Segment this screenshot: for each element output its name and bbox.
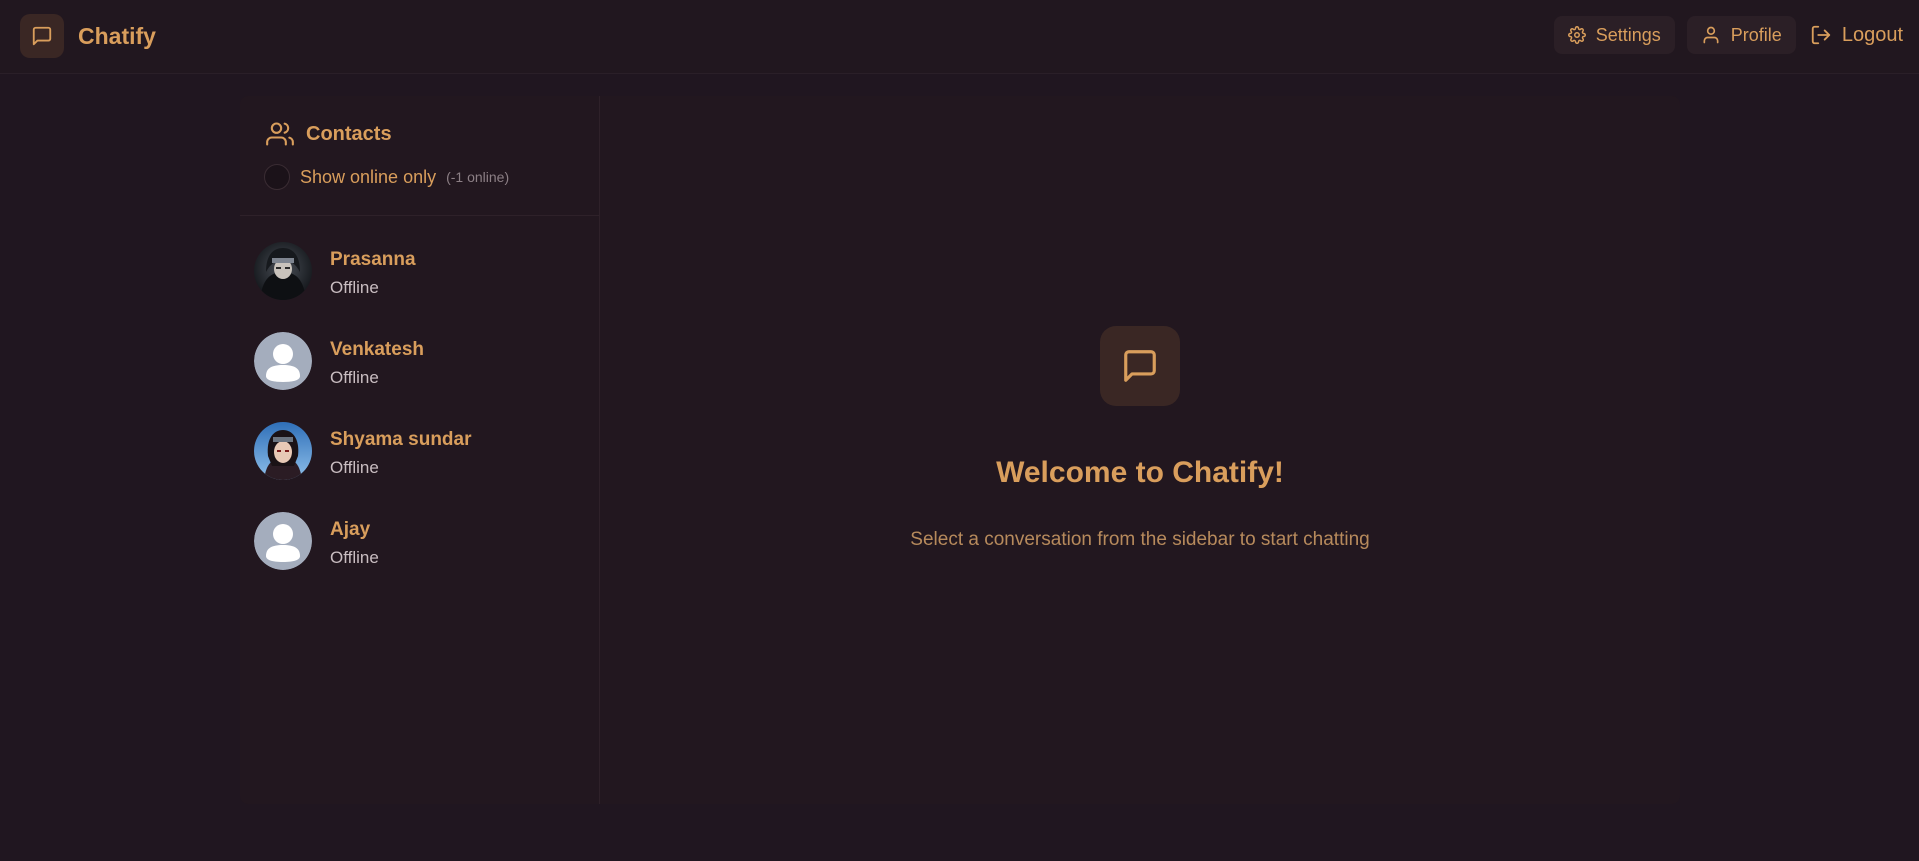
profile-button[interactable]: Profile: [1686, 16, 1796, 54]
chat-container: Contacts Show online only (-1 online) Pr…: [240, 96, 1680, 804]
contact-item-venkatesh[interactable]: Venkatesh Offline: [240, 326, 600, 416]
user-icon: [1703, 26, 1719, 44]
show-online-checkbox[interactable]: [264, 164, 290, 190]
message-square-icon: [1124, 350, 1156, 382]
welcome-icon-badge: [1100, 326, 1180, 406]
online-filter[interactable]: Show online only (-1 online): [264, 164, 509, 190]
contacts-sidebar: Contacts Show online only (-1 online) Pr…: [240, 96, 600, 804]
default-user-icon: [254, 512, 312, 570]
contacts-heading: Contacts: [266, 120, 392, 148]
welcome-title: Welcome to Chatify!: [996, 456, 1284, 489]
contact-name: Prasanna: [330, 249, 416, 270]
header-nav: Settings Profile Logout: [1542, 16, 1903, 54]
show-online-label[interactable]: Show online only: [300, 167, 436, 188]
avatar: [254, 332, 312, 390]
contact-item-shyama-sundar[interactable]: Shyama sundar Offline: [240, 416, 600, 506]
avatar: [254, 422, 312, 480]
contact-status: Offline: [330, 548, 379, 567]
contact-name: Ajay: [330, 519, 371, 540]
app-title: Chatify: [78, 22, 156, 49]
logout-icon: [1811, 25, 1830, 45]
sidebar-header: Contacts Show online only (-1 online): [240, 96, 600, 216]
top-bar: Chatify Settings Profile Logout: [0, 0, 1919, 74]
contact-item-prasanna[interactable]: Prasanna Offline: [240, 236, 600, 326]
contact-status: Offline: [330, 278, 379, 297]
brand[interactable]: Chatify: [20, 14, 156, 58]
contact-list: Prasanna Offline Venkatesh Offline Shyam…: [240, 236, 600, 596]
contacts-title: Contacts: [306, 122, 392, 145]
message-square-icon: [32, 26, 52, 46]
contact-name: Shyama sundar: [330, 429, 472, 450]
profile-label: Profile: [1730, 24, 1782, 45]
online-count: (-1 online): [446, 169, 510, 185]
avatar: [254, 242, 312, 300]
contact-item-ajay[interactable]: Ajay Offline: [240, 506, 600, 596]
avatar-photo-anime-icon: [254, 422, 312, 480]
logout-label: Logout: [1841, 23, 1903, 46]
avatar-photo-dark-icon: [254, 242, 312, 300]
contact-status: Offline: [330, 458, 379, 477]
logout-button[interactable]: Logout: [1796, 16, 1903, 54]
avatar: [254, 512, 312, 570]
welcome-panel: Welcome to Chatify! Select a conversatio…: [600, 96, 1680, 804]
contact-status: Offline: [330, 368, 379, 387]
users-icon: [266, 122, 294, 146]
logo-badge: [20, 14, 64, 58]
default-user-icon: [254, 332, 312, 390]
contact-name: Venkatesh: [330, 339, 424, 360]
gear-icon: [1567, 26, 1586, 44]
settings-label: Settings: [1595, 24, 1661, 45]
settings-button[interactable]: Settings: [1553, 16, 1675, 54]
welcome-subtitle: Select a conversation from the sidebar t…: [910, 529, 1370, 550]
